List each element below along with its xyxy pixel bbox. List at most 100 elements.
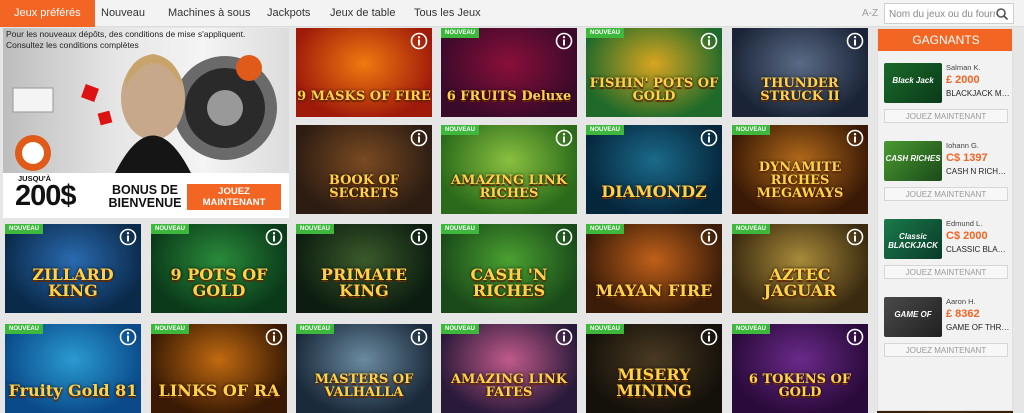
- info-icon[interactable]: [700, 129, 718, 147]
- game-tile[interactable]: NOUVEAU DIAMONDZ: [586, 125, 722, 214]
- sort-az-button[interactable]: A-Z: [862, 0, 878, 27]
- game-tile[interactable]: NOUVEAU MISERY MINING: [586, 324, 722, 413]
- winners-panel: GAGNANTS Black Jack Salman K. £ 2000 BLACKJ…: [877, 28, 1013, 411]
- winner-name: Edmund L.: [946, 219, 983, 228]
- game-tile[interactable]: NOUVEAU AZTEC JAGUAR: [732, 224, 868, 313]
- welcome-bonus-banner[interactable]: Pour les nouveaux dépôts, des conditions…: [3, 28, 289, 218]
- game-tile[interactable]: NOUVEAU AMAZING LINK FATES: [441, 324, 577, 413]
- winner-play-button[interactable]: JOUEZ MAINTENANT: [884, 109, 1008, 123]
- info-icon[interactable]: [700, 328, 718, 346]
- winner-game-name: GAME OF THRONES: [946, 323, 1010, 332]
- winner-game-name: CASH N RICHES MEGAWAYS: [946, 167, 1010, 176]
- tab-jeux-preferes[interactable]: Jeux préférés: [0, 0, 95, 27]
- search-input[interactable]: [889, 7, 995, 21]
- new-badge: NOUVEAU: [441, 125, 480, 135]
- game-tile[interactable]: NOUVEAU DYNAMITE RICHES MEGAWAYS: [732, 125, 868, 214]
- winner-play-button[interactable]: JOUEZ MAINTENANT: [884, 343, 1008, 357]
- winner-play-button[interactable]: JOUEZ MAINTENANT: [884, 265, 1008, 279]
- game-title: 9 MASKS OF FIRE: [297, 89, 431, 104]
- game-title: ZILLARD KING: [32, 265, 114, 300]
- game-tile[interactable]: NOUVEAU 6 FRUITS Deluxe: [441, 28, 577, 117]
- new-badge: NOUVEAU: [586, 28, 625, 38]
- tab-nouveau[interactable]: Nouveau: [101, 0, 145, 27]
- info-icon[interactable]: [410, 228, 428, 246]
- game-tile[interactable]: NOUVEAU 9 POTS OF GOLD: [151, 224, 287, 313]
- game-title: MAYAN FIRE: [595, 281, 713, 300]
- info-icon[interactable]: [555, 228, 573, 246]
- info-icon[interactable]: [119, 228, 137, 246]
- game-tile[interactable]: NOUVEAU AMAZING LINK RICHES: [441, 125, 577, 214]
- search-icon[interactable]: [995, 7, 1009, 21]
- new-badge: NOUVEAU: [151, 324, 190, 334]
- winner-game-thumbnail[interactable]: CASH RICHES: [884, 141, 942, 181]
- winner-thumbnail-label: CASH RICHES: [885, 154, 941, 163]
- game-title: Fruity Gold 81: [8, 381, 138, 400]
- new-badge: NOUVEAU: [5, 224, 44, 234]
- info-icon[interactable]: [119, 328, 137, 346]
- winner-item: CASH RICHES Iohann G. C$ 1397 CASH N RICHES…: [878, 133, 1012, 210]
- game-tile[interactable]: THUNDER STRUCK II: [732, 28, 868, 117]
- winner-item: GAME OF Aaron H. £ 8362 GAME OF THRONES JOUE…: [878, 289, 1012, 366]
- top-nav: Jeux préférés Nouveau Machines à sous Ja…: [0, 0, 1024, 27]
- tab-jackpots[interactable]: Jackpots: [267, 0, 310, 27]
- winner-game-thumbnail[interactable]: Black Jack: [884, 63, 942, 103]
- game-tile[interactable]: NOUVEAU 6 TOKENS OF GOLD: [732, 324, 868, 413]
- winner-amount: £ 8362: [946, 308, 980, 320]
- info-icon[interactable]: [265, 228, 283, 246]
- info-icon[interactable]: [555, 328, 573, 346]
- new-badge: NOUVEAU: [441, 224, 480, 234]
- game-tile[interactable]: NOUVEAU MAYAN FIRE: [586, 224, 722, 313]
- game-title: AMAZING LINK RICHES: [450, 173, 568, 201]
- game-tile[interactable]: NOUVEAU ZILLARD KING: [5, 224, 141, 313]
- winner-amount: £ 2000: [946, 74, 980, 86]
- bonus-amount: 200$: [15, 180, 77, 212]
- info-icon[interactable]: [265, 328, 283, 346]
- game-tile[interactable]: NOUVEAU LINKS OF RA: [151, 324, 287, 413]
- info-icon[interactable]: [555, 129, 573, 147]
- game-tile[interactable]: 9 MASKS OF FIRE: [296, 28, 432, 117]
- info-icon[interactable]: [846, 328, 864, 346]
- info-icon[interactable]: [555, 32, 573, 50]
- info-icon[interactable]: [700, 228, 718, 246]
- game-title: CASH 'N RICHES: [470, 265, 548, 300]
- winner-amount: C$ 1397: [946, 152, 988, 164]
- game-title: LINKS OF RA: [158, 381, 280, 400]
- winner-play-button[interactable]: JOUEZ MAINTENANT: [884, 187, 1008, 201]
- info-icon[interactable]: [410, 129, 428, 147]
- game-title: 6 TOKENS OF GOLD: [748, 372, 852, 400]
- bonus-terms-notice[interactable]: Pour les nouveaux dépôts, des conditions…: [6, 29, 256, 51]
- game-title: AZTEC JAGUAR: [763, 265, 837, 300]
- info-icon[interactable]: [846, 228, 864, 246]
- winner-game-thumbnail[interactable]: GAME OF: [884, 297, 942, 337]
- game-tile[interactable]: NOUVEAU CASH 'N RICHES: [441, 224, 577, 313]
- game-tile[interactable]: NOUVEAU PRIMATE KING: [296, 224, 432, 313]
- new-badge: NOUVEAU: [296, 324, 335, 334]
- play-now-button[interactable]: JOUEZ MAINTENANT: [187, 184, 281, 210]
- new-badge: NOUVEAU: [732, 224, 771, 234]
- winner-thumbnail-label: GAME OF: [894, 310, 932, 319]
- new-badge: NOUVEAU: [586, 125, 625, 135]
- info-icon[interactable]: [846, 32, 864, 50]
- tab-machines-a-sous[interactable]: Machines à sous: [168, 0, 251, 27]
- winner-name: Salman K.: [946, 63, 981, 72]
- tab-jeux-de-table[interactable]: Jeux de table: [330, 0, 395, 27]
- new-badge: NOUVEAU: [296, 224, 335, 234]
- winner-game-thumbnail[interactable]: Classic BLACKJACK: [884, 219, 942, 259]
- game-title: MASTERS OF VALHALLA: [314, 372, 414, 400]
- winner-game-name: BLACKJACK MULTI HAND: [946, 89, 1010, 98]
- new-badge: NOUVEAU: [586, 324, 625, 334]
- tab-tous-les-jeux[interactable]: Tous les Jeux: [414, 0, 481, 27]
- game-title: MISERY MINING: [616, 365, 692, 400]
- winners-header: GAGNANTS: [878, 29, 1012, 51]
- game-tile[interactable]: NOUVEAU FISHIN' POTS OF GOLD: [586, 28, 722, 117]
- info-icon[interactable]: [846, 129, 864, 147]
- game-title: AMAZING LINK FATES: [450, 372, 568, 400]
- new-badge: NOUVEAU: [5, 324, 44, 334]
- info-icon[interactable]: [700, 32, 718, 50]
- game-tile[interactable]: NOUVEAU Fruity Gold 81: [5, 324, 141, 413]
- info-icon[interactable]: [410, 32, 428, 50]
- game-tile[interactable]: BOOK OF SECRETS: [296, 125, 432, 214]
- info-icon[interactable]: [410, 328, 428, 346]
- game-tile[interactable]: NOUVEAU MASTERS OF VALHALLA: [296, 324, 432, 413]
- bonus-text: JUSQU'À 200$ BONUS DE BIENVENUE: [15, 174, 185, 214]
